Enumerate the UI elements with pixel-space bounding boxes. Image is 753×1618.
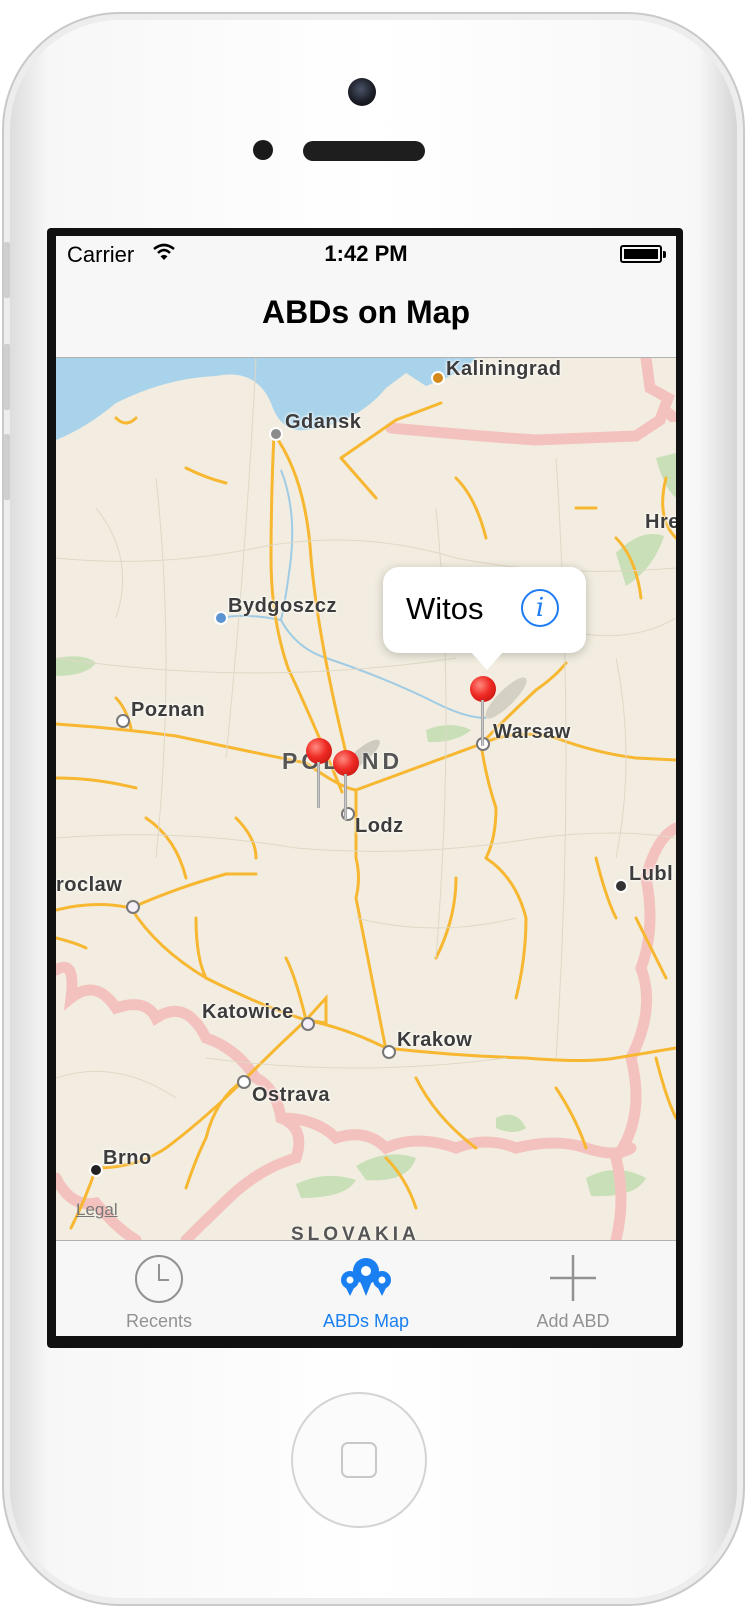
status-bar: Carrier 1:42 PM [56,236,676,276]
proximity-sensor [253,140,273,160]
city-label-ostrava: Ostrava [252,1084,330,1106]
city-label-krakow: Krakow [397,1029,473,1051]
city-label-brno: Brno [103,1147,152,1169]
map-pin[interactable] [306,738,332,808]
city-label-grodno: Hre [645,511,676,533]
plus-icon [550,1255,596,1301]
city-label-lodz: Lodz [355,815,404,837]
earpiece-speaker [303,141,425,161]
screen: Carrier 1:42 PM ABDs on Map Kaliningrad … [56,236,676,1336]
callout-title: Witos [406,591,484,626]
tab-abds-map-label: ABDs Map [322,1311,410,1331]
tab-bar: Recents ABDs Map Add ABD [56,1240,676,1336]
city-label-katowice: Katowice [202,1001,294,1023]
tab-recents[interactable]: Recents [56,1241,262,1336]
city-label-warsaw: Warsaw [493,721,571,743]
city-label-gdansk: Gdansk [285,411,362,433]
tab-add-abd-label: Add ABD [536,1311,610,1331]
info-icon[interactable]: i [521,589,559,627]
map-view[interactable]: Kaliningrad Gdansk Bydgoszcz Poznan Wars… [56,358,676,1240]
map-pin-selected[interactable] [470,676,496,746]
city-label-wroclaw: roclaw [56,874,123,896]
status-time: 1:42 PM [324,241,408,266]
tab-recents-label: Recents [125,1311,193,1331]
pin-callout[interactable]: Witos i [383,567,586,670]
clock-icon [135,1255,183,1303]
city-label-poznan: Poznan [131,699,206,721]
home-button[interactable] [291,1392,427,1528]
city-label-lublin: Lubl [629,863,674,885]
silent-switch [4,242,10,298]
battery-icon [620,245,666,263]
city-label-bydgoszcz: Bydgoszcz [228,595,337,617]
tab-add-abd[interactable]: Add ABD [470,1241,676,1336]
city-label-kaliningrad: Kaliningrad [446,358,562,380]
country-label-slovakia: SLOVAKIA [291,1224,420,1240]
map-pin[interactable] [333,750,359,820]
page-title: ABDs on Map [262,294,470,330]
tab-abds-map[interactable]: ABDs Map [263,1241,469,1336]
abd-map-icon [341,1258,391,1296]
volume-up-button [4,344,10,410]
navigation-bar: ABDs on Map [56,276,676,358]
front-camera [348,78,376,106]
legal-link[interactable]: Legal [76,1200,118,1220]
map-tiles [56,358,676,1240]
volume-down-button [4,434,10,500]
